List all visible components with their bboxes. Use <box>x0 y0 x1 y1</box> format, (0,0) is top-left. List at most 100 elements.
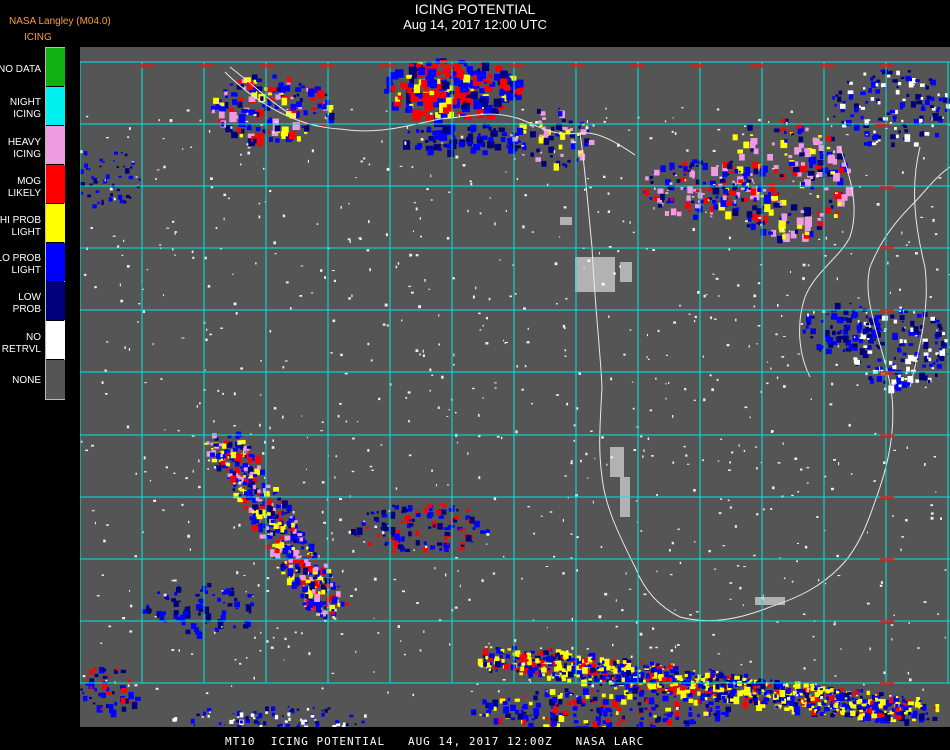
icing-cloud <box>908 343 914 347</box>
icing-cloud <box>207 583 212 588</box>
no-retrieval-speck <box>633 449 636 452</box>
no-retrieval-speck <box>438 314 440 317</box>
icing-cloud <box>647 709 652 713</box>
no-retrieval-speck <box>259 423 261 427</box>
no-retrieval-speck <box>756 343 758 345</box>
icing-cloud <box>315 723 320 727</box>
icing-cloud <box>834 104 837 107</box>
icing-cloud <box>604 714 607 717</box>
icing-cloud <box>884 714 891 721</box>
icing-cloud <box>558 715 565 722</box>
icing-cloud <box>337 585 340 588</box>
no-retrieval-speck <box>330 352 333 354</box>
icing-cloud <box>572 706 578 711</box>
icing-cloud <box>576 674 580 678</box>
icing-cloud <box>897 381 902 385</box>
no-retrieval-speck <box>371 469 374 471</box>
icing-cloud <box>923 718 926 721</box>
icing-cloud <box>212 594 215 597</box>
no-retrieval-speck <box>155 178 157 180</box>
icing-cloud <box>633 697 637 700</box>
no-retrieval-speck <box>649 137 653 140</box>
no-retrieval-speck <box>923 601 927 603</box>
no-retrieval-speck <box>920 216 923 218</box>
no-retrieval-speck <box>300 265 304 267</box>
icing-cloud <box>247 482 253 488</box>
icing-cloud <box>265 706 269 712</box>
icing-cloud <box>860 115 864 120</box>
icing-cloud <box>406 87 412 93</box>
icing-cloud <box>651 684 657 690</box>
icing-cloud <box>471 91 478 99</box>
no-retrieval-speck <box>930 512 934 515</box>
icing-cloud <box>670 208 677 216</box>
no-retrieval-speck <box>395 487 398 490</box>
no-retrieval-speck <box>571 646 574 650</box>
icing-cloud <box>638 691 644 697</box>
icing-cloud <box>436 542 443 546</box>
icing-cloud <box>535 690 539 695</box>
no-retrieval-speck <box>632 407 635 410</box>
icing-cloud <box>898 344 902 347</box>
icing-cloud <box>559 670 562 673</box>
no-retrieval-speck <box>797 353 801 355</box>
icing-cloud <box>279 542 285 549</box>
no-retrieval-speck <box>339 498 342 501</box>
icing-cloud <box>496 647 501 652</box>
icing-cloud <box>84 163 88 168</box>
icing-cloud <box>817 706 821 711</box>
icing-cloud <box>661 685 665 688</box>
no-retrieval-speck <box>159 244 162 246</box>
icing-cloud <box>287 545 292 551</box>
icing-cloud <box>265 498 272 505</box>
no-retrieval-speck <box>653 207 655 210</box>
icing-cloud <box>769 690 773 694</box>
satellite-map <box>80 47 950 727</box>
icing-cloud <box>678 165 683 168</box>
no-retrieval-speck <box>350 595 353 597</box>
no-retrieval-speck <box>718 512 722 515</box>
no-retrieval-speck <box>294 631 297 634</box>
no-retrieval-speck <box>753 182 755 184</box>
icing-cloud <box>855 690 859 695</box>
icing-cloud <box>882 117 888 121</box>
icing-cloud <box>693 214 699 221</box>
no-retrieval-speck <box>246 143 249 146</box>
icing-cloud <box>270 532 273 536</box>
no-retrieval-speck <box>360 160 363 163</box>
no-retrieval-speck <box>684 388 687 391</box>
no-retrieval-speck <box>441 142 444 144</box>
icing-cloud <box>893 357 896 360</box>
icing-cloud <box>686 195 691 201</box>
icing-cloud <box>207 708 212 712</box>
no-retrieval-speck <box>130 604 133 608</box>
icing-cloud <box>810 336 814 339</box>
no-retrieval-speck <box>284 637 287 640</box>
no-retrieval-speck <box>94 286 97 289</box>
icing-cloud <box>523 695 527 698</box>
no-retrieval-speck <box>247 151 251 155</box>
icing-cloud <box>524 658 529 662</box>
icing-cloud <box>459 546 465 551</box>
grid-label-mark <box>200 64 214 68</box>
icing-cloud <box>160 611 166 616</box>
icing-cloud <box>639 687 642 691</box>
icing-cloud <box>878 117 882 121</box>
icing-cloud <box>291 582 297 589</box>
icing-cloud <box>867 338 870 340</box>
icing-cloud <box>397 92 401 96</box>
icing-cloud <box>309 553 312 555</box>
icing-cloud <box>200 589 203 592</box>
icing-cloud <box>896 86 899 88</box>
icing-cloud <box>447 149 455 157</box>
no-retrieval-speck <box>457 570 459 572</box>
no-retrieval-speck <box>269 189 272 193</box>
icing-cloud <box>126 194 130 198</box>
icing-cloud <box>700 200 704 204</box>
no-retrieval-speck <box>405 397 408 399</box>
icing-cloud <box>111 183 114 186</box>
icing-cloud <box>303 580 306 583</box>
no-retrieval-speck <box>887 261 889 265</box>
icing-cloud <box>444 536 448 541</box>
icing-cloud <box>443 509 446 512</box>
